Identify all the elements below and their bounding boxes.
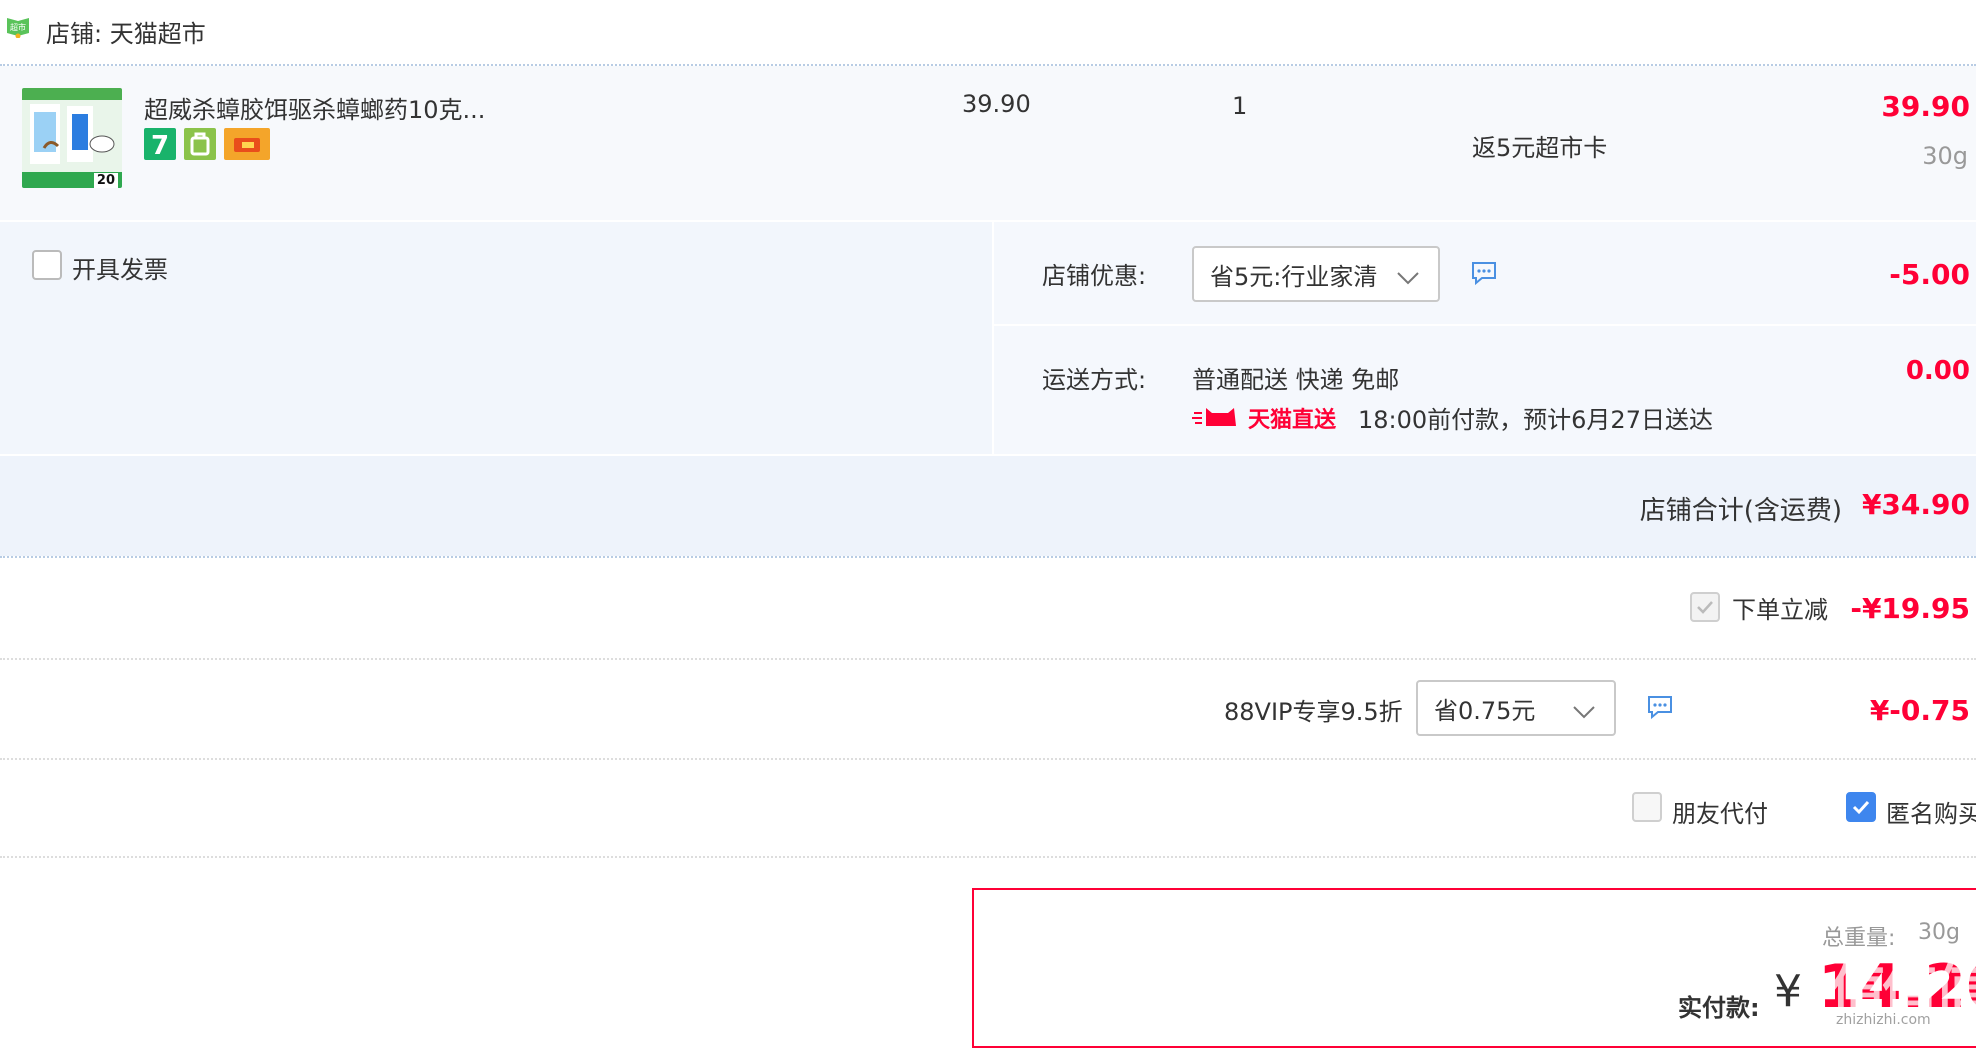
instant-discount-label: 下单立减: [1732, 596, 1828, 624]
vip-discount-selected: 省0.75元: [1434, 696, 1536, 725]
shipping-method: 普通配送 快递 免邮: [1192, 366, 1400, 394]
shipping-label: 运送方式:: [1042, 366, 1147, 394]
product-subtotal: 39.90: [1881, 90, 1970, 123]
product-thumbnail[interactable]: 20: [22, 88, 122, 188]
shop-logo-text: 超市: [10, 22, 26, 32]
shop-total-amount: ¥34.90: [1861, 488, 1970, 521]
shop-name[interactable]: 店铺: 天猫超市: [46, 14, 206, 49]
quantity: 1: [1232, 92, 1248, 120]
tmall-direct-brand: 天猫直送: [1248, 408, 1337, 433]
divider: [0, 758, 1976, 760]
friend-pay-label[interactable]: 朋友代付: [1672, 794, 1768, 829]
invoice-label[interactable]: 开具发票: [72, 250, 168, 285]
anonymous-label[interactable]: 匿名购买: [1886, 794, 1976, 829]
unit-price: 39.90: [962, 90, 1031, 118]
pay-label: 实付款:: [1678, 994, 1760, 1022]
thumbnail-number: 20: [93, 173, 118, 188]
shop-discount-select[interactable]: 省5元:行业家清: [1192, 246, 1440, 302]
pay-currency: ¥: [1774, 966, 1802, 1017]
vip-label: 88VIP专享9.5折: [1224, 698, 1403, 726]
product-weight: 30g: [1922, 142, 1968, 170]
chevron-down-icon: [1572, 698, 1596, 726]
shop-discount-label: 店铺优惠:: [1042, 262, 1147, 290]
divider: [0, 658, 1976, 660]
divider: [0, 556, 1976, 558]
friend-pay-checkbox[interactable]: [1632, 792, 1662, 822]
chat-icon[interactable]: [1646, 694, 1674, 724]
vip-discount-amount: ¥-0.75: [1869, 694, 1970, 727]
shipping-eta: 18:00前付款，预计6月27日送达: [1358, 406, 1713, 434]
card-icon: [224, 128, 270, 160]
svg-text:7: 7: [151, 131, 169, 160]
anonymous-checkbox[interactable]: [1846, 792, 1876, 822]
shop-discount-selected: 省5元:行业家清: [1210, 262, 1378, 291]
shop-total-label: 店铺合计(含运费): [1639, 496, 1842, 526]
invoice-checkbox[interactable]: [32, 250, 62, 280]
shop-logo-icon: 超市: [5, 16, 31, 39]
watermark-url: zhizhizhi.com: [1836, 1012, 1931, 1028]
chevron-down-icon: [1396, 264, 1420, 292]
instant-discount-checkbox[interactable]: [1690, 592, 1720, 622]
shipping-amount: 0.00: [1905, 356, 1970, 386]
chat-icon[interactable]: [1470, 260, 1498, 290]
bag-icon: [184, 128, 216, 160]
options-divider: [994, 324, 1976, 326]
seven-day-return-icon: 7: [144, 128, 176, 161]
promo-text: 返5元超市卡: [1472, 134, 1608, 162]
product-title[interactable]: 超威杀蟑胶饵驱杀蟑螂药10克...: [144, 90, 485, 125]
total-weight-value: 30g: [1918, 920, 1960, 945]
tmall-direct-icon: [1192, 404, 1248, 428]
product-row: 20 超威杀蟑胶饵驱杀蟑螂药10克... 7 39.90 1 返5元超市卡 39…: [0, 66, 1976, 220]
shop-discount-amount: -5.00: [1889, 258, 1970, 291]
vip-discount-select[interactable]: 省0.75元: [1416, 680, 1616, 736]
divider: [0, 856, 1976, 858]
instant-discount-amount: -¥19.95: [1850, 592, 1970, 625]
